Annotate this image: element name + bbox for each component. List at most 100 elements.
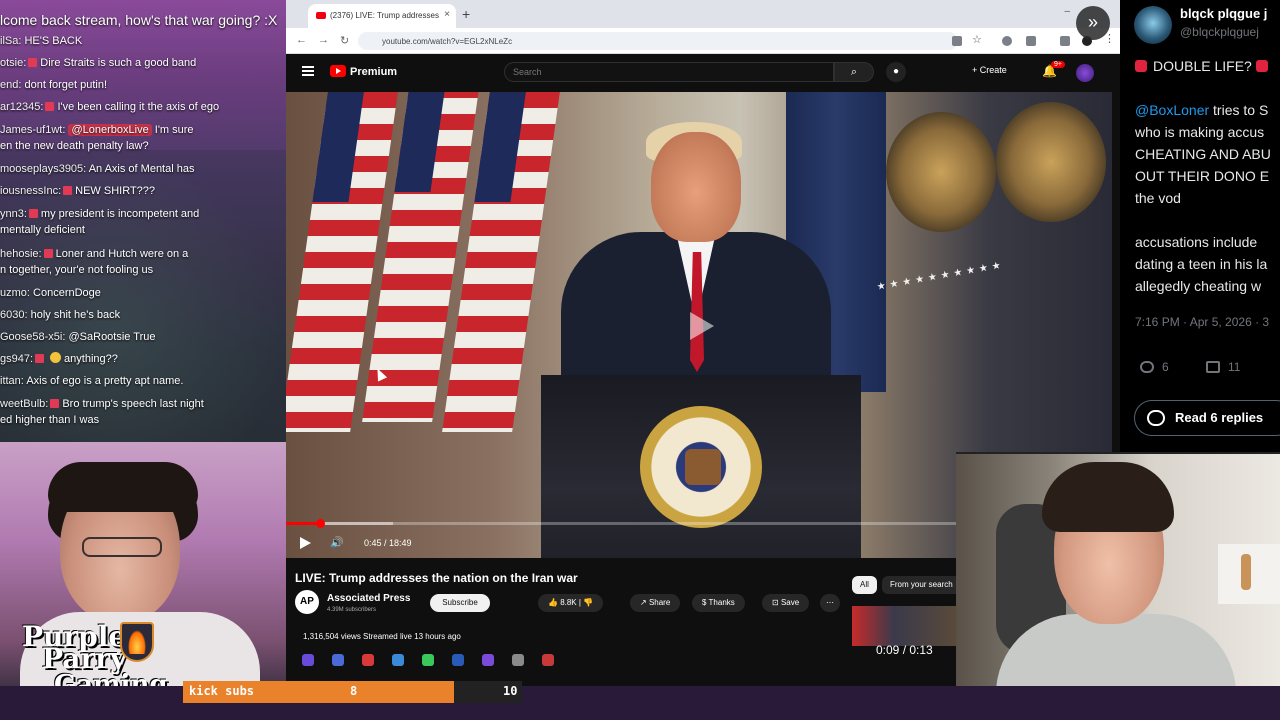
- siren-icon: [1135, 60, 1147, 72]
- reply-button[interactable]: 6: [1140, 360, 1169, 374]
- progress-scrubber[interactable]: [315, 519, 325, 528]
- siren-icon: [1255, 60, 1268, 72]
- bell-icon[interactable]: 🔔 9+: [1042, 61, 1065, 78]
- app-icon-4[interactable]: [392, 654, 404, 666]
- youtube-header: Premium Search ⌕ ● + Create 🔔 9+: [286, 54, 1120, 92]
- video-time: 0:45 / 18:49: [364, 538, 412, 548]
- new-tab-button[interactable]: +: [462, 6, 470, 22]
- share-label: Share: [648, 598, 671, 607]
- chat-messages: ilSa: HE'S BACK otsie: Dire Straits is suc…: [0, 30, 286, 432]
- chat-username[interactable]: 6030:: [0, 309, 28, 321]
- retweet-button[interactable]: 11: [1206, 360, 1240, 374]
- tweet-timestamp[interactable]: 7:16 PM · Apr 5, 2026 · 3: [1135, 315, 1269, 329]
- app-icon-5[interactable]: [422, 654, 434, 666]
- recommended-video-thumbnail[interactable]: [852, 606, 957, 646]
- tweet-line-6: the vod: [1135, 190, 1181, 206]
- tab-close-icon[interactable]: ×: [444, 9, 450, 20]
- chat-username[interactable]: ilSa:: [0, 35, 21, 47]
- back-icon[interactable]: ←: [296, 34, 307, 46]
- chat-title: lcome back stream, how's that war going?…: [0, 12, 278, 28]
- puzzle-icon[interactable]: [1026, 36, 1036, 46]
- chat-username[interactable]: ittan:: [0, 375, 24, 387]
- forward-icon[interactable]: →: [318, 34, 329, 46]
- eagle-emblem-1: [886, 112, 996, 232]
- chat-text: dont forget putin!: [24, 79, 108, 91]
- bookmark-icon: ⊡: [772, 598, 781, 607]
- chat-username[interactable]: uzmo:: [0, 287, 30, 299]
- chat-text: I've been calling it the axis of ego: [57, 101, 220, 113]
- chip-from-search[interactable]: From your search: [882, 576, 961, 594]
- stream-layout: lcome back stream, how's that war going?…: [0, 0, 1280, 720]
- chat-message: ar12345: I've been calling it the axis of…: [0, 96, 286, 118]
- cast-icon[interactable]: [952, 36, 962, 46]
- like-button[interactable]: 👍 8.8K | 👎: [538, 594, 604, 612]
- search-input[interactable]: Search: [504, 62, 834, 82]
- thanks-button[interactable]: $ Thanks: [692, 594, 745, 612]
- tweet-line-9: allegedly cheating w: [1135, 278, 1262, 294]
- subscriber-badge-icon: [35, 354, 45, 363]
- chat-username[interactable]: James-uf1wt:: [0, 124, 65, 136]
- star-icon[interactable]: ☆: [972, 33, 982, 46]
- reload-icon[interactable]: ↻: [340, 34, 349, 47]
- youtube-logo-icon[interactable]: [330, 65, 346, 77]
- app-icon-9[interactable]: [542, 654, 554, 666]
- extension-icon[interactable]: [1002, 36, 1012, 46]
- url-input[interactable]: youtube.com/watch?v=EGL2xNLeZc: [358, 32, 958, 50]
- chat-username[interactable]: ynn3:: [0, 208, 27, 220]
- chat-username[interactable]: mooseplays3905:: [0, 163, 86, 175]
- app-icon-8[interactable]: [512, 654, 524, 666]
- chat-username[interactable]: iousnessInc:: [0, 185, 61, 197]
- retweet-count: 11: [1228, 360, 1241, 374]
- subscribe-button[interactable]: Subscribe: [430, 594, 490, 612]
- app-icon-3[interactable]: [362, 654, 374, 666]
- more-actions-button[interactable]: ⋯: [820, 594, 840, 612]
- subscriber-badge-icon: [50, 399, 60, 408]
- minimize-button[interactable]: –: [1064, 6, 1070, 17]
- create-button[interactable]: + Create: [972, 65, 1007, 75]
- play-overlay-icon[interactable]: [684, 310, 714, 340]
- search-icon[interactable]: ⌕: [834, 62, 874, 82]
- chat-text: my president is incompetent and: [40, 208, 200, 220]
- tweet-author-name[interactable]: blqck plqgue j: [1180, 6, 1267, 21]
- chat-username[interactable]: weetBulb:: [0, 398, 48, 410]
- microphone-icon[interactable]: ●: [886, 62, 906, 82]
- chat-username[interactable]: otsie:: [0, 57, 26, 69]
- reply-icon: [1140, 361, 1154, 373]
- tweet-author-handle[interactable]: @blqckplqguej: [1180, 25, 1259, 39]
- hamburger-icon[interactable]: [302, 66, 314, 76]
- app-icon-1[interactable]: [302, 654, 314, 666]
- chat-text: anything??: [64, 353, 118, 365]
- taskbar: [296, 652, 576, 668]
- tab-youtube[interactable]: (2376) LIVE: Trump addresses ×: [308, 4, 456, 28]
- youtube-premium-label[interactable]: Premium: [350, 66, 397, 78]
- sidepanel-icon[interactable]: [1060, 36, 1070, 46]
- channel-name[interactable]: Associated Press: [327, 593, 410, 604]
- chat-message: uzmo: ConcernDoge: [0, 282, 286, 304]
- chat-username[interactable]: gs947:: [0, 353, 33, 365]
- app-icon-6[interactable]: [452, 654, 464, 666]
- chat-mention[interactable]: @LonerboxLive: [68, 124, 152, 136]
- chat-message: iousnessInc: NEW SHIRT???: [0, 180, 286, 202]
- share-button[interactable]: ↗ Share: [630, 594, 681, 612]
- play-icon[interactable]: [300, 537, 311, 549]
- subscriber-badge-icon: [43, 249, 53, 258]
- app-icon-7[interactable]: [482, 654, 494, 666]
- save-button[interactable]: ⊡ Save: [762, 594, 810, 612]
- read-replies-button[interactable]: Read 6 replies: [1134, 400, 1280, 436]
- app-icon-2[interactable]: [332, 654, 344, 666]
- chat-username[interactable]: Goose58-x5i:: [0, 331, 65, 343]
- chat-username[interactable]: end:: [0, 79, 21, 91]
- chat-username[interactable]: ar12345:: [0, 101, 43, 113]
- tweet-avatar[interactable]: [1134, 6, 1172, 44]
- chat-username[interactable]: hehosie:: [0, 248, 42, 260]
- account-avatar[interactable]: [1076, 64, 1094, 82]
- chat-overlay: lcome back stream, how's that war going?…: [0, 0, 286, 442]
- subscriber-badge-icon: [45, 102, 55, 111]
- tweet-mention-link[interactable]: @BoxLoner: [1135, 102, 1209, 118]
- chip-all[interactable]: All: [852, 576, 877, 594]
- channel-avatar[interactable]: AP: [295, 590, 319, 614]
- volume-icon[interactable]: 🔊: [330, 536, 344, 550]
- retweet-icon: [1206, 361, 1220, 373]
- guest-hair: [1042, 462, 1174, 532]
- chevron-double-right-icon[interactable]: »: [1076, 6, 1110, 40]
